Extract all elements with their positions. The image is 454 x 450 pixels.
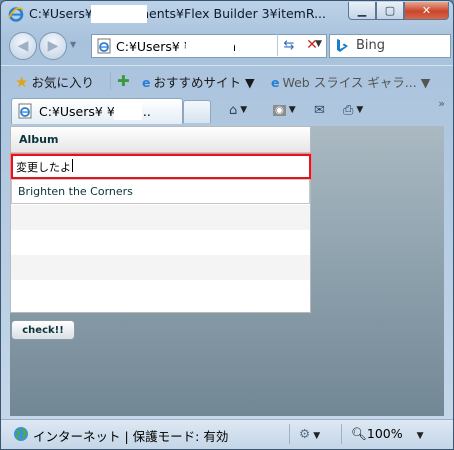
divider (341, 424, 342, 444)
favorite-web-slice-gallery[interactable]: e Web スライス ギャラ... ▼ (271, 72, 430, 91)
star-icon: ★ (15, 73, 29, 91)
tab-bar: C:¥Users¥ ¥Doc... ⌂ ▼ ◉ ▼ ✉ ⎙ ▼ » (1, 97, 453, 125)
zoom-icon: 🔍︎ (351, 426, 367, 441)
security-zone-text: インターネット | 保護モード: 有効 (33, 429, 229, 444)
new-tab-button[interactable] (183, 100, 211, 123)
divider (110, 72, 111, 90)
add-favorite-icon[interactable]: ✚ (117, 72, 133, 90)
redaction (114, 102, 142, 120)
mail-icon: ✉ (314, 102, 325, 118)
popup-blocker-button[interactable]: ⚙ ▼ (299, 426, 320, 441)
favorites-button[interactable]: ★ お気に入り (15, 72, 94, 91)
table-row[interactable]: Brighten the Corners (11, 179, 310, 204)
print-button[interactable]: ⎙ ▼ (343, 100, 363, 120)
item-editor-value: 変更したよ (16, 161, 71, 174)
read-mail-button[interactable]: ✉ (314, 100, 325, 120)
search-box[interactable]: Bing (329, 34, 451, 58)
printer-icon: ⎙ (343, 102, 354, 118)
recent-pages-dropdown-icon[interactable]: ▼ (70, 40, 76, 49)
navigation-bar: ◀ ▶ ▼ C:¥Users¥ ¥Docum ▼ ⇆ ✕ Bing (1, 29, 453, 63)
forward-button[interactable]: ▶ (39, 32, 67, 60)
ie-icon: e (271, 75, 280, 90)
status-bar: インターネット | 保護モード: 有効 ⚙ ▼ 🔍︎100% ▼ (1, 419, 453, 449)
rss-icon: ◉ (273, 104, 286, 116)
home-icon: ⌂ (229, 102, 238, 118)
table-row[interactable] (11, 255, 310, 280)
stop-button[interactable]: ✕ (301, 34, 323, 56)
item-editor-input[interactable]: 変更したよ (11, 154, 311, 179)
feeds-button[interactable]: ◉ ▼ (273, 100, 296, 120)
ie-icon (8, 7, 24, 22)
table-row[interactable] (11, 230, 310, 255)
browser-window: C:¥Users¥ ¥Documents¥Flex Builder 3¥item… (0, 0, 454, 450)
ie-icon: e (142, 75, 151, 90)
check-button[interactable]: check!! (11, 320, 75, 340)
page-icon (97, 38, 111, 54)
globe-icon (14, 427, 28, 441)
window-title: C:¥Users¥ ¥Documents¥Flex Builder 3¥item… (29, 6, 326, 21)
tab-active[interactable]: C:¥Users¥ ¥Doc... (11, 98, 183, 124)
table-row[interactable] (11, 280, 310, 305)
redaction (186, 37, 234, 53)
favorites-bar: ★ お気に入り ✚ e おすすめサイト ▼ e Web スライス ギャラ... ▼ (1, 65, 453, 96)
text-caret (72, 159, 73, 172)
title-bar: C:¥Users¥ ¥Documents¥Flex Builder 3¥item… (1, 1, 453, 27)
column-header-label: Album (19, 133, 59, 146)
zoom-button[interactable]: 🔍︎100% ▼ (351, 426, 424, 442)
table-row[interactable] (11, 205, 310, 230)
back-button[interactable]: ◀ (9, 32, 37, 60)
more-commands-icon[interactable]: » (438, 97, 445, 110)
window-controls: ▁ ▢ ✕ (348, 2, 449, 20)
bing-icon (337, 39, 348, 52)
home-button[interactable]: ⌂ ▼ (229, 100, 247, 120)
minimize-button[interactable]: ▁ (348, 2, 376, 20)
maximize-button[interactable]: ▢ (376, 2, 404, 20)
flex-app-area: Album 変更したよ Brighten the Corners check!! (10, 126, 444, 416)
page-icon (18, 103, 32, 119)
close-button[interactable]: ✕ (404, 2, 449, 20)
search-placeholder: Bing (356, 38, 386, 53)
settings-icon: ⚙ (299, 426, 311, 441)
divider (289, 424, 290, 444)
column-header-album[interactable]: Album (11, 127, 310, 153)
favorite-suggested-sites[interactable]: e おすすめサイト ▼ (142, 72, 255, 91)
refresh-button[interactable]: ⇆ (277, 34, 300, 56)
redaction (91, 5, 147, 23)
album-datagrid[interactable]: Album 変更したよ Brighten the Corners (10, 126, 311, 313)
